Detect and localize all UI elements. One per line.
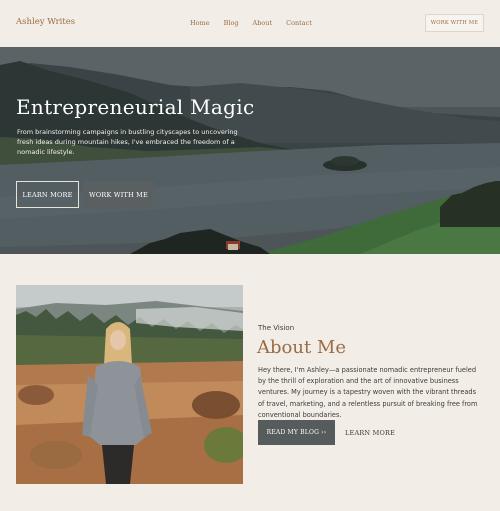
read-my-blog-button[interactable]: READ MY BLOG ›› xyxy=(258,420,335,445)
about-eyebrow: The Vision xyxy=(258,324,295,332)
site-header: Ashley Writes Home Blog About Contact WO… xyxy=(0,0,500,47)
about-learn-more-link[interactable]: LEARN MORE xyxy=(344,420,396,445)
nav-home[interactable]: Home xyxy=(190,19,210,27)
hero-section: Entrepreneurial Magic From brainstorming… xyxy=(0,47,500,254)
header-work-with-me-button[interactable]: WORK WITH ME xyxy=(425,14,484,32)
hero-title: Entrepreneurial Magic xyxy=(16,95,255,119)
about-description: Hey there, I'm Ashley—a passionate nomad… xyxy=(258,366,478,419)
hero-description: From brainstorming campaigns in bustling… xyxy=(17,128,238,156)
nav-contact[interactable]: Contact xyxy=(286,19,312,27)
about-photo xyxy=(16,285,243,484)
about-title: About Me xyxy=(257,337,346,358)
hero-learn-more-button[interactable]: LEARN MORE xyxy=(16,181,79,208)
woman-in-field-image xyxy=(16,285,243,484)
hero-work-with-me-button[interactable]: WORK WITH ME xyxy=(83,181,154,208)
nav-about[interactable]: About xyxy=(253,19,273,27)
nav-blog[interactable]: Blog xyxy=(224,19,239,27)
site-logo[interactable]: Ashley Writes xyxy=(16,17,75,27)
main-nav: Home Blog About Contact xyxy=(190,19,312,27)
